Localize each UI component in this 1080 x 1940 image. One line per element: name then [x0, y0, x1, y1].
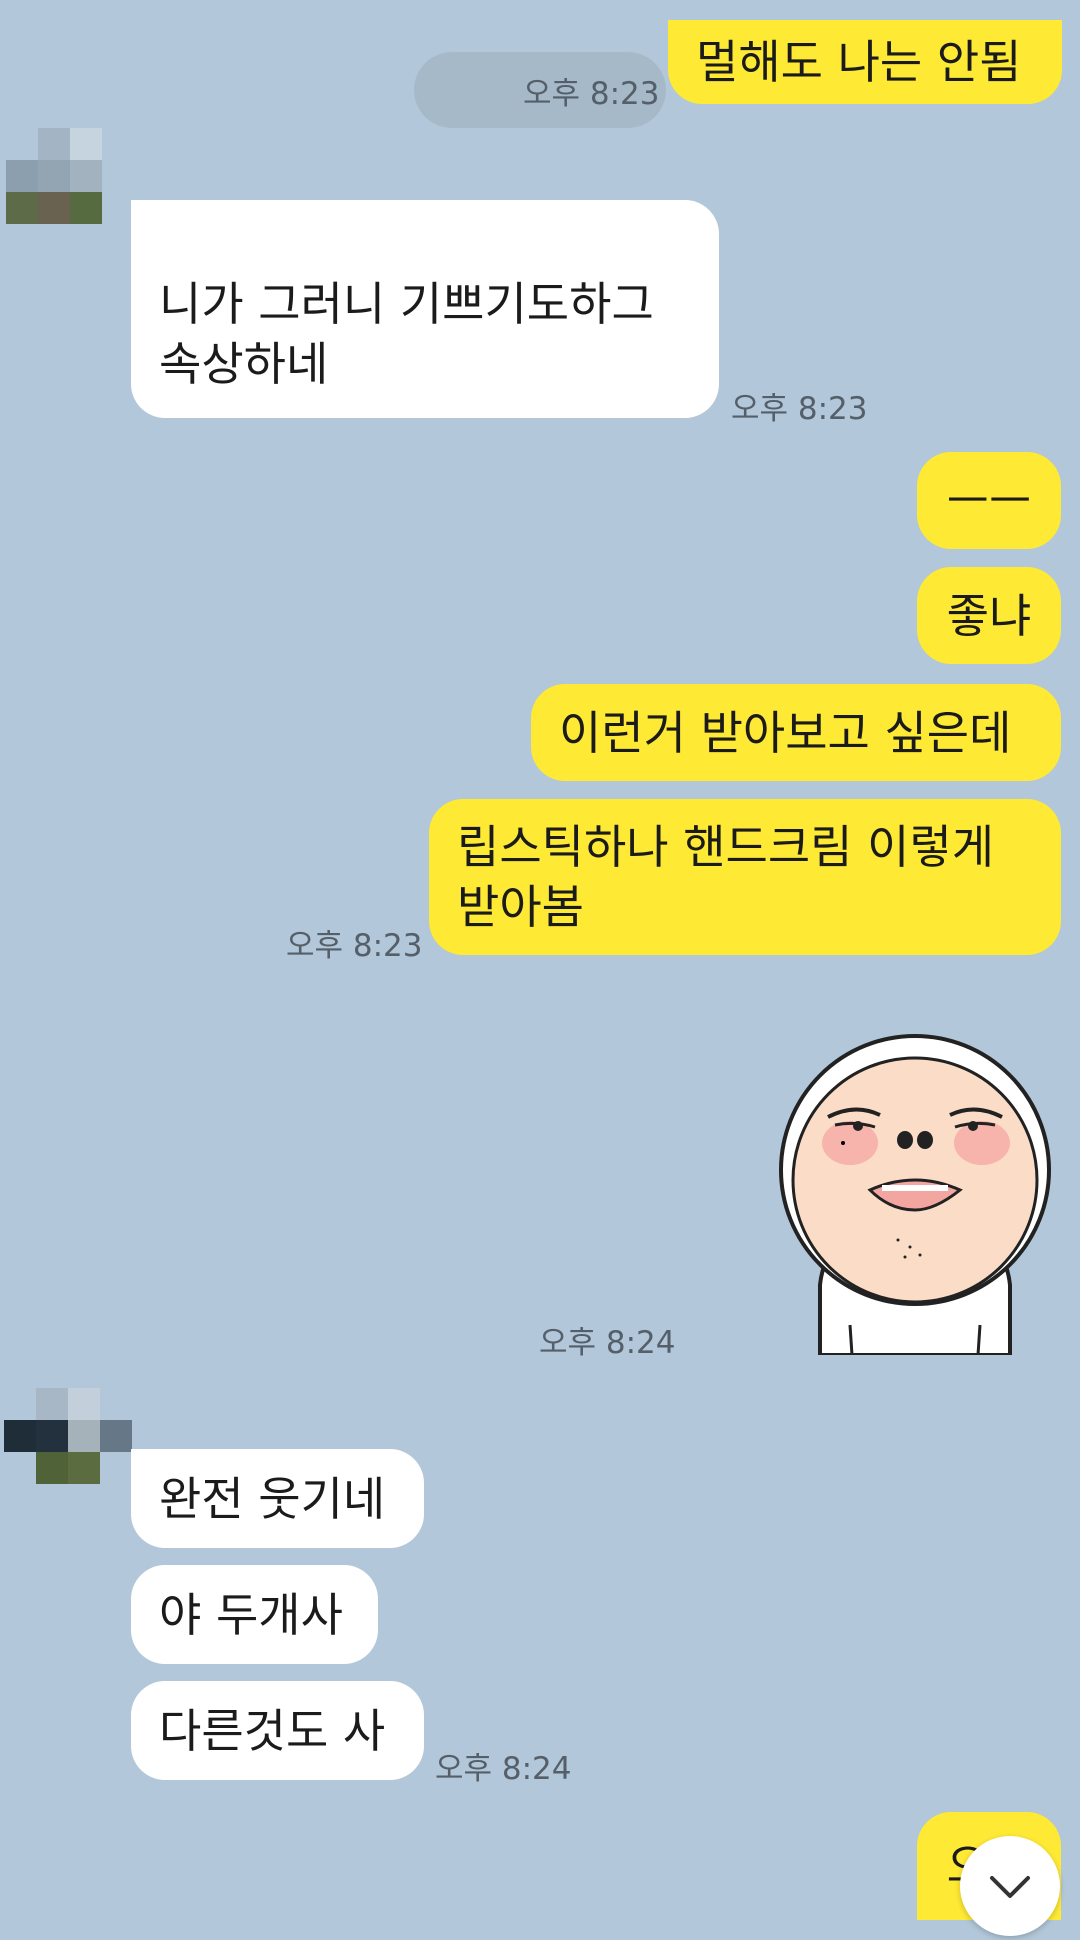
received-message[interactable]: 야 두개사 [131, 1565, 378, 1664]
message-time: 오후 8:23 [523, 76, 660, 112]
sent-message-partial[interactable]: 멀해도 나는 안됨 [668, 20, 1062, 104]
sticker-face[interactable] [770, 1025, 1060, 1355]
message-line: 속상하네 [159, 337, 329, 391]
message-time: 오후 8:23 [731, 391, 868, 427]
sent-message[interactable]: 이런거 받아보고 싶은데 [531, 684, 1061, 781]
message-line: 립스틱하나 핸드크림 이렇게 [457, 820, 995, 874]
avatar[interactable] [4, 1388, 132, 1484]
received-message[interactable]: 니가 그러니 기쁘기도하그 속상하네 [131, 200, 719, 418]
scroll-to-bottom-button[interactable] [960, 1836, 1060, 1936]
received-message[interactable]: 완전 웃기네 [131, 1449, 424, 1548]
avatar[interactable] [6, 128, 102, 224]
message-time: 오후 8:24 [539, 1325, 676, 1361]
sent-message[interactable]: ㅡㅡ [917, 452, 1061, 549]
chevron-down-icon [990, 1876, 1030, 1898]
sent-message[interactable]: 좋냐 [917, 567, 1061, 664]
message-line: 받아봄 [457, 880, 584, 934]
message-time: 오후 8:24 [435, 1751, 572, 1787]
message-line: 니가 그러니 기쁘기도하그 [159, 277, 654, 331]
message-time: 오후 8:23 [286, 928, 423, 964]
sent-message[interactable]: 립스틱하나 핸드크림 이렇게 받아봄 [429, 799, 1061, 955]
received-message[interactable]: 다른것도 사 [131, 1681, 424, 1780]
